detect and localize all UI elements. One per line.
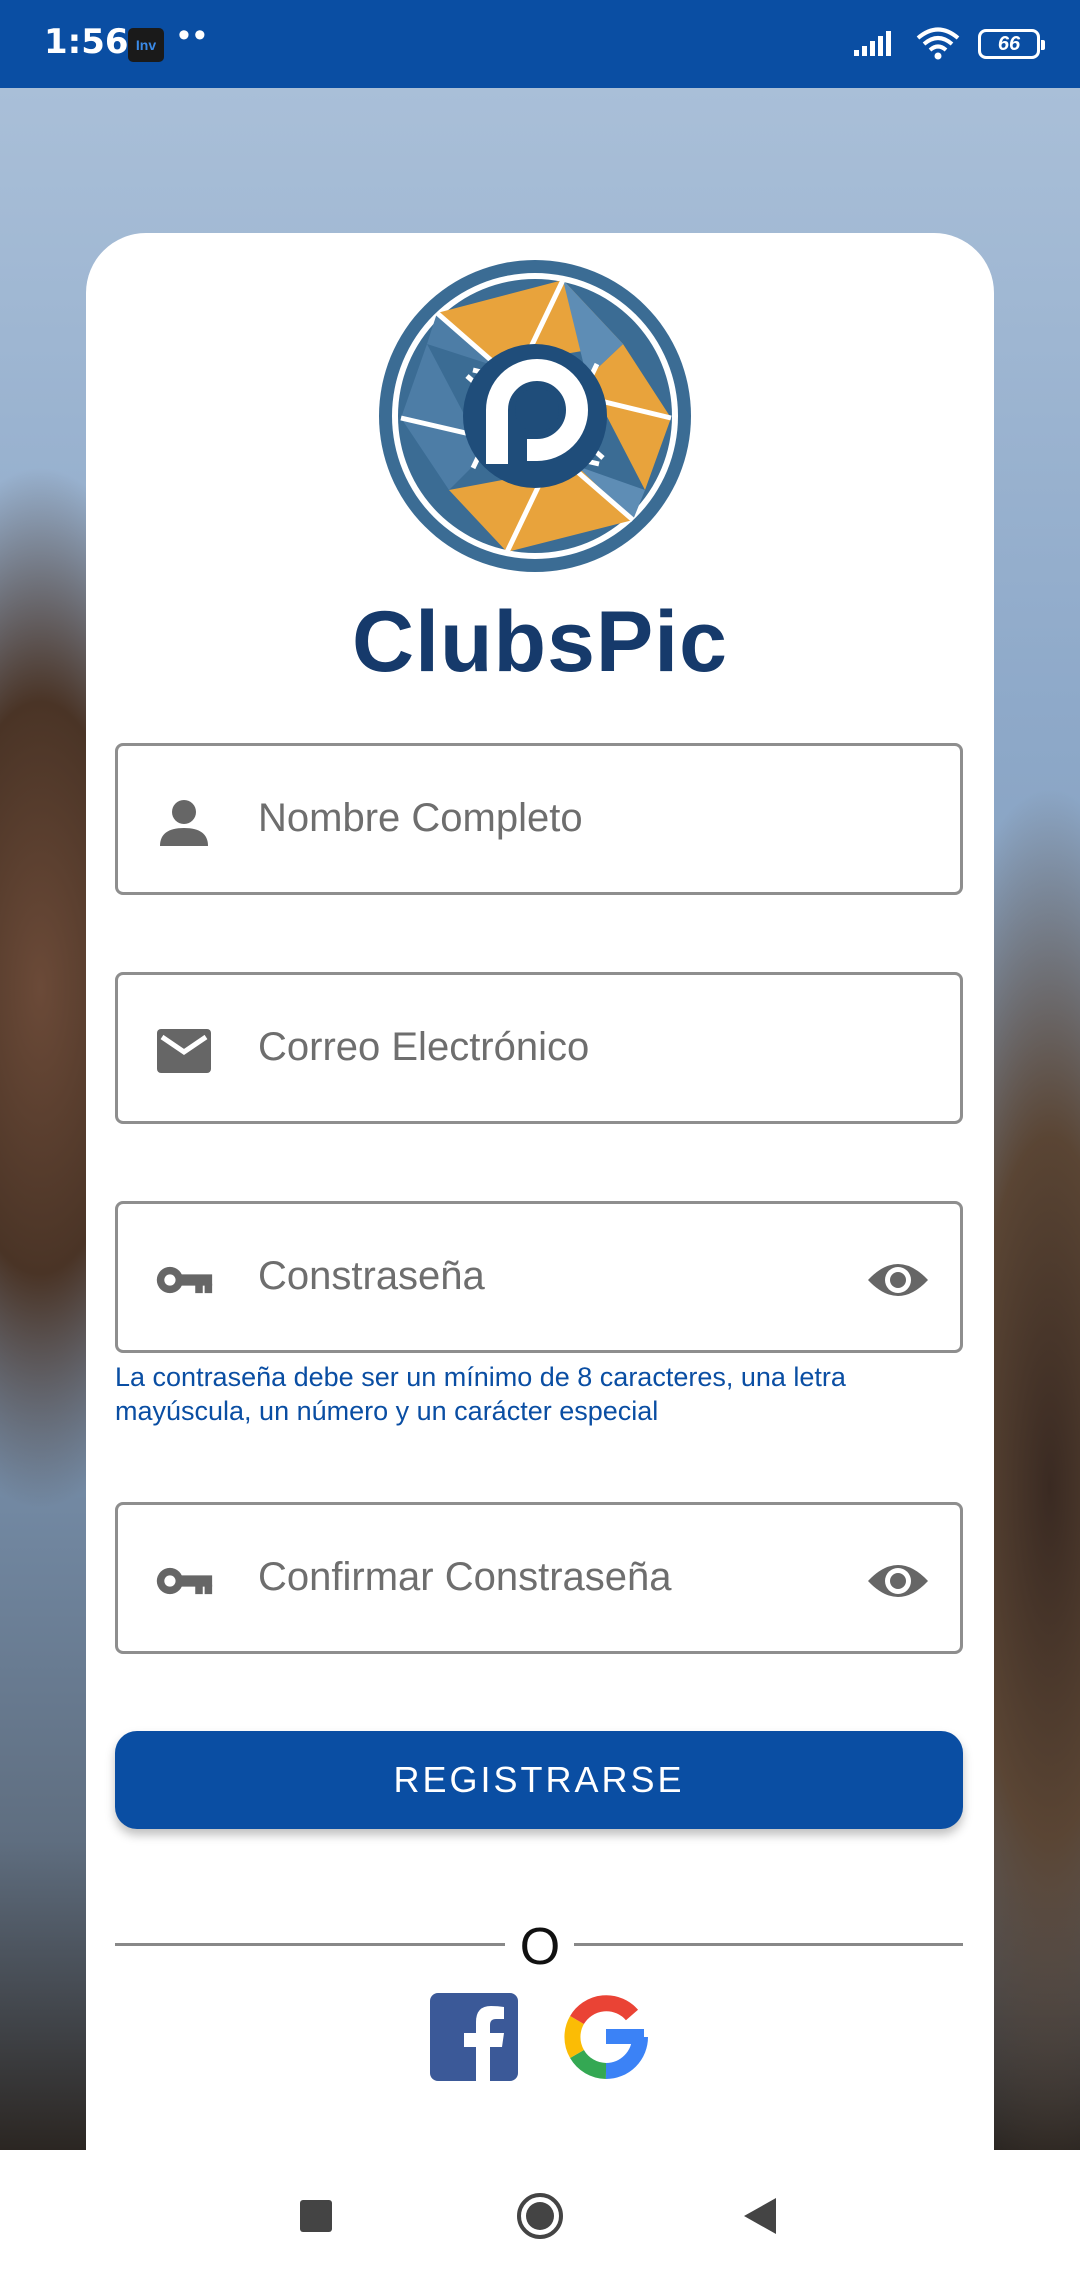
email-placeholder: Correo Electrónico <box>258 1025 590 1069</box>
app-notification-icon: Inv <box>128 28 164 62</box>
key-icon <box>156 1567 213 1595</box>
back-icon[interactable] <box>736 2190 788 2242</box>
mail-icon <box>157 1029 211 1073</box>
status-bar: 1:56 Inv •• 66 <box>0 0 1080 88</box>
recents-icon[interactable] <box>290 2190 342 2242</box>
or-label: O <box>519 1918 561 1976</box>
password-hint: La contraseña debe ser un mínimo de 8 ca… <box>115 1362 846 1426</box>
signal-icon <box>854 31 891 56</box>
full-name-field[interactable]: Nombre Completo <box>115 743 963 895</box>
confirm-password-field[interactable]: Confirmar Constraseña <box>115 1502 963 1654</box>
clubspic-logo <box>379 260 691 572</box>
register-button[interactable]: REGISTRARSE <box>115 1731 963 1829</box>
register-card: ClubsPic Nombre Completo Correo Electrón… <box>86 233 994 2183</box>
confirm-password-placeholder: Confirmar Constraseña <box>258 1555 672 1599</box>
google-icon[interactable] <box>560 1991 652 2083</box>
home-icon[interactable] <box>514 2190 566 2242</box>
password-placeholder: Constraseña <box>258 1254 485 1298</box>
background-photo: ClubsPic Nombre Completo Correo Electrón… <box>0 88 1080 2183</box>
navigation-bar <box>0 2150 1080 2280</box>
facebook-icon[interactable] <box>428 1991 520 2083</box>
divider-right <box>574 1943 963 1946</box>
divider-left <box>115 1943 505 1946</box>
full-name-placeholder: Nombre Completo <box>258 796 583 840</box>
show-password-icon[interactable] <box>866 1250 930 1310</box>
show-confirm-password-icon[interactable] <box>866 1551 930 1611</box>
more-notifications-icon: •• <box>178 16 210 54</box>
key-icon <box>156 1266 213 1294</box>
battery-icon: 66 <box>978 29 1045 59</box>
email-field[interactable]: Correo Electrónico <box>115 972 963 1124</box>
app-name: ClubsPic <box>352 594 728 690</box>
battery-level: 66 <box>997 32 1021 55</box>
status-time: 1:56 <box>44 22 129 62</box>
password-field[interactable]: Constraseña <box>115 1201 963 1353</box>
person-icon <box>160 800 208 846</box>
wifi-icon <box>916 27 960 60</box>
